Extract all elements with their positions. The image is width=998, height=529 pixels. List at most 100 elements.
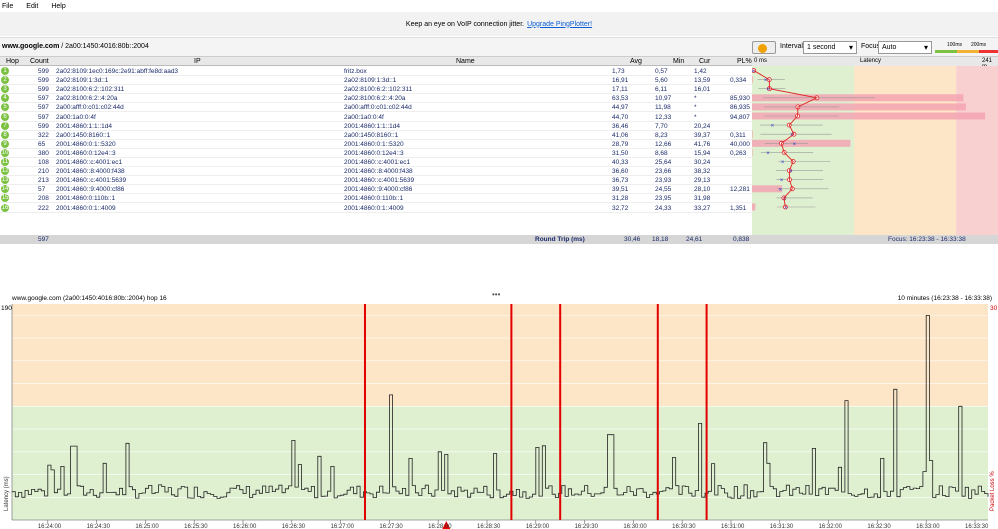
col-hop[interactable]: Hop (6, 58, 19, 65)
hop-cur: 31,98 (694, 195, 711, 203)
hop-row[interactable]: 16 222 2001:4860:0:1::4009 2001:4860:0:1::4… (0, 203, 752, 213)
hop-row[interactable]: 9 65 2001:4860:0:1::5320 2001:4860:0:1::532… (0, 139, 752, 149)
hop-min: 5,60 (655, 77, 668, 85)
x-tick-label: 16:31:30 (770, 524, 794, 529)
hop-name: 2001:4860:0:1::5320 (344, 140, 404, 148)
hop-row[interactable]: 8 322 2a00:1450:8160::1 2a00:1450:8160::1 41… (0, 130, 752, 140)
hop-row[interactable]: 6 597 2a00:1a0:0:4f 2a00:1a0:0:4f 44,70 12,33… (0, 112, 752, 122)
hop-avg: 17,11 (612, 86, 628, 94)
latency-header: 0 ms Latency 241 m (752, 57, 998, 70)
hop-row[interactable]: 1 599 2a02:8109:1ec0:169c:2e91:abff:fe8d:a… (0, 67, 752, 76)
hop-number: 12 (1, 167, 9, 176)
hop-number: 4 (1, 94, 9, 103)
hop-count: 599 (38, 122, 49, 130)
hop-row[interactable]: 7 599 2001:4860:1:1::1d4 2001:4860:1:1::1d4… (0, 121, 752, 131)
menu-file[interactable]: File (2, 3, 13, 10)
x-tick-label: 16:30:00 (623, 524, 647, 529)
hop-count: 65 (38, 140, 46, 148)
scale-orange-bar (957, 50, 979, 53)
hop-pl: 0,311 (730, 131, 746, 139)
hop-row[interactable]: 3 599 2a02:8100:6:2::102:311 2a02:8100:6:2:… (0, 85, 752, 95)
summary-row: 597 Round Trip (ms) 30,46 18,18 24,61 0,… (0, 235, 998, 244)
hop-avg: 16,91 (612, 77, 629, 85)
col-avg[interactable]: Avg (630, 58, 642, 65)
col-name[interactable]: Name (456, 58, 475, 65)
menu-edit[interactable]: Edit (26, 3, 38, 10)
hop-min: 11,98 (655, 104, 671, 112)
pause-button[interactable] (752, 41, 776, 54)
grid-empty-area (0, 245, 998, 290)
hop-ip: 2001:4860::9:4000:cf86 (56, 186, 125, 194)
hop-name: 2001:4860::9:4000:cf86 (344, 186, 413, 194)
x-tick-label: 16:32:30 (867, 524, 891, 529)
hop-number: 2 (1, 76, 9, 85)
hop-avg: 41,06 (612, 131, 629, 139)
col-min[interactable]: Min (673, 58, 684, 65)
hop-number: 6 (1, 112, 9, 121)
focus-select[interactable]: Auto (878, 41, 932, 54)
summary-min: 18,18 (652, 236, 669, 243)
hop-cur: 38,32 (694, 168, 711, 176)
col-ip[interactable]: IP (194, 58, 201, 65)
bottom-graph-timespan[interactable]: 10 minutes (16:23:38 - 16:33:38) (898, 295, 992, 302)
splitter-handle[interactable]: ••• (492, 290, 500, 299)
hop-avg: 1,73 (612, 68, 625, 75)
scale-red-bar (979, 50, 998, 53)
hop-name: 2a02:8100:6:2::102:311 (344, 86, 413, 94)
hop-number: 9 (1, 139, 9, 148)
y2-axis-label: Packet Loss % (990, 471, 996, 511)
hop-ip: 2a00:afff:0:c01:c02:44d (56, 104, 124, 112)
hop-avg: 36,46 (612, 122, 629, 130)
hop-name: 2001:4860:0:12e4::3 (344, 149, 404, 157)
hop-count: 208 (38, 195, 49, 203)
promo-text: Keep an eye on VoIP connection jitter. (405, 20, 525, 28)
x-tick-label: 16:26:00 (233, 524, 257, 529)
summary-cur: 24,61 (686, 236, 703, 243)
target-label: www.google.com / 2a00:1450:4016:80b::200… (2, 43, 149, 50)
menu-help[interactable]: Help (51, 3, 65, 10)
x-tick-label: 16:26:30 (282, 524, 306, 529)
timeline-graph[interactable]: 190 30 Latency (ms) Packet Loss % 16:24:00 16… (0, 302, 998, 529)
hop-row[interactable]: 10 380 2001:4860:0:12e4::3 2001:4860:0:12e4… (0, 148, 752, 158)
hop-min: 25,64 (655, 159, 672, 166)
hop-row[interactable]: 5 597 2a00:afff:0:c01:c02:44d 2a00:afff:0:c… (0, 103, 752, 113)
hop-row[interactable]: 11 108 2001:4860::c:4001:ec1 2001:4860::c:4… (0, 158, 752, 167)
interval-label: Interval (780, 43, 803, 50)
hop-row[interactable]: 12 210 2001:4860::8:4000:f438 2001:4860::8:… (0, 167, 752, 177)
hop-ip: 2a00:1450:8160::1 (56, 131, 111, 139)
hop-row[interactable]: 14 57 2001:4860::9:4000:cf86 2001:4860::9:4… (0, 185, 752, 195)
hop-ip: 2a02:8100:6:2::4:20a (56, 95, 118, 103)
hop-name: 2001:4860::c:4001:5639 (344, 177, 415, 185)
x-tick-label: 16:33:00 (916, 524, 940, 529)
bottom-graph-title: www.google.com (2a00:1450:4016:80b::2004… (12, 295, 167, 302)
hop-ip: 2001:4860::c:4001:5639 (56, 177, 127, 185)
hop-row[interactable]: 2 599 2a02:8109:1:3d::1 2a02:8109:1:3d::1 16… (0, 76, 752, 86)
hop-row[interactable]: 15 208 2001:4860:0:110b::1 2001:4860:0:110b… (0, 194, 752, 204)
interval-select[interactable]: 1 second (803, 41, 857, 54)
hop-count: 213 (38, 177, 49, 185)
latency-red-zone (956, 66, 998, 235)
col-count[interactable]: Count (30, 58, 49, 65)
hop-count: 222 (38, 204, 49, 212)
hop-count: 597 (38, 113, 49, 121)
upgrade-link[interactable]: Upgrade PingPlotter! (527, 21, 592, 28)
hop-number: 16 (1, 203, 9, 212)
col-cur[interactable]: Cur (699, 58, 710, 65)
lat-title: Latency (860, 58, 882, 64)
hop-row[interactable]: 13 213 2001:4860::c:4001:5639 2001:4860::c:… (0, 176, 752, 186)
hop-avg: 36,73 (612, 177, 629, 185)
x-tick-label: 16:31:00 (721, 524, 745, 529)
hop-row[interactable]: 4 597 2a02:8100:6:2::4:20a 2a02:8100:6:2::4… (0, 94, 752, 104)
packet-loss-bar (752, 130, 753, 138)
col-pl[interactable]: PL% (737, 58, 752, 65)
hop-count: 210 (38, 168, 49, 176)
hop-cur: 29,13 (694, 177, 711, 185)
hop-cur: 41,76 (694, 140, 711, 148)
hop-count: 108 (38, 159, 49, 166)
focus-value: Auto (882, 44, 897, 51)
packet-loss-bar (752, 148, 753, 156)
hop-pl: 0,334 (730, 77, 747, 85)
hop-ip: 2001:4860:0:110b::1 (56, 195, 116, 203)
latency-cur-marker: × (781, 160, 785, 166)
hop-pl: 86,935 (730, 104, 750, 112)
